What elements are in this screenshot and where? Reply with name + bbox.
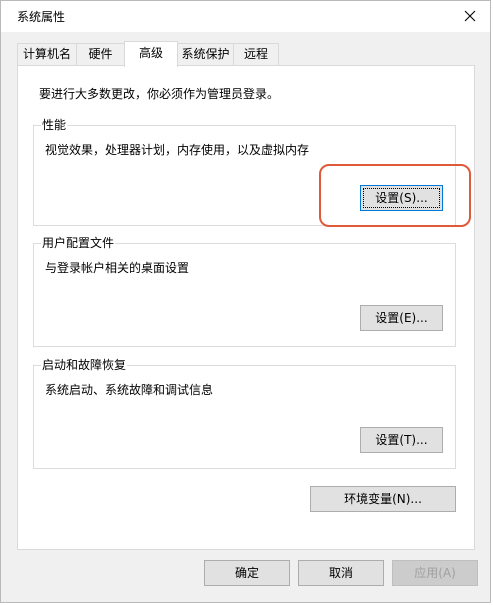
startup-recovery-group: 启动和故障恢复 系统启动、系统故障和调试信息 设置(T)... — [33, 357, 456, 469]
title-bar: 系统属性 — [1, 1, 490, 32]
user-profiles-title: 用户配置文件 — [41, 235, 116, 251]
window-title: 系统属性 — [17, 10, 66, 24]
tab-hardware[interactable]: 硬件 — [76, 43, 125, 65]
ok-button[interactable]: 确定 — [204, 560, 290, 586]
performance-settings-button[interactable]: 设置(S)... — [360, 185, 443, 211]
startup-recovery-title: 启动和故障恢复 — [41, 357, 128, 373]
cancel-button[interactable]: 取消 — [298, 560, 384, 586]
startup-recovery-settings-button[interactable]: 设置(T)... — [360, 427, 443, 453]
system-properties-window: 系统属性 计算机名 硬件 高级 系统保护 远程 要进行大多数更改，你必须作为管理… — [0, 0, 491, 603]
startup-recovery-description: 系统启动、系统故障和调试信息 — [45, 383, 214, 397]
performance-title: 性能 — [41, 117, 68, 133]
performance-group: 性能 视觉效果，处理器计划，内存使用，以及虚拟内存 设置(S)... — [33, 117, 456, 226]
apply-button[interactable]: 应用(A) — [392, 560, 478, 586]
tab-remote[interactable]: 远程 — [233, 43, 279, 65]
tab-computer-name[interactable]: 计算机名 — [17, 43, 77, 65]
environment-variables-button[interactable]: 环境变量(N)... — [310, 486, 456, 512]
admin-notice: 要进行大多数更改，你必须作为管理员登录。 — [39, 87, 280, 101]
close-icon — [464, 10, 476, 22]
advanced-tab-panel: 要进行大多数更改，你必须作为管理员登录。 性能 视觉效果，处理器计划，内存使用，… — [17, 65, 475, 550]
user-profiles-settings-button[interactable]: 设置(E)... — [360, 305, 443, 331]
close-button[interactable] — [456, 3, 484, 29]
user-profiles-description: 与登录帐户相关的桌面设置 — [45, 261, 190, 275]
performance-description: 视觉效果，处理器计划，内存使用，以及虚拟内存 — [45, 143, 310, 157]
tab-system-protection[interactable]: 系统保护 — [177, 43, 234, 65]
user-profiles-group: 用户配置文件 与登录帐户相关的桌面设置 设置(E)... — [33, 235, 456, 347]
tab-advanced[interactable]: 高级 — [124, 41, 178, 67]
